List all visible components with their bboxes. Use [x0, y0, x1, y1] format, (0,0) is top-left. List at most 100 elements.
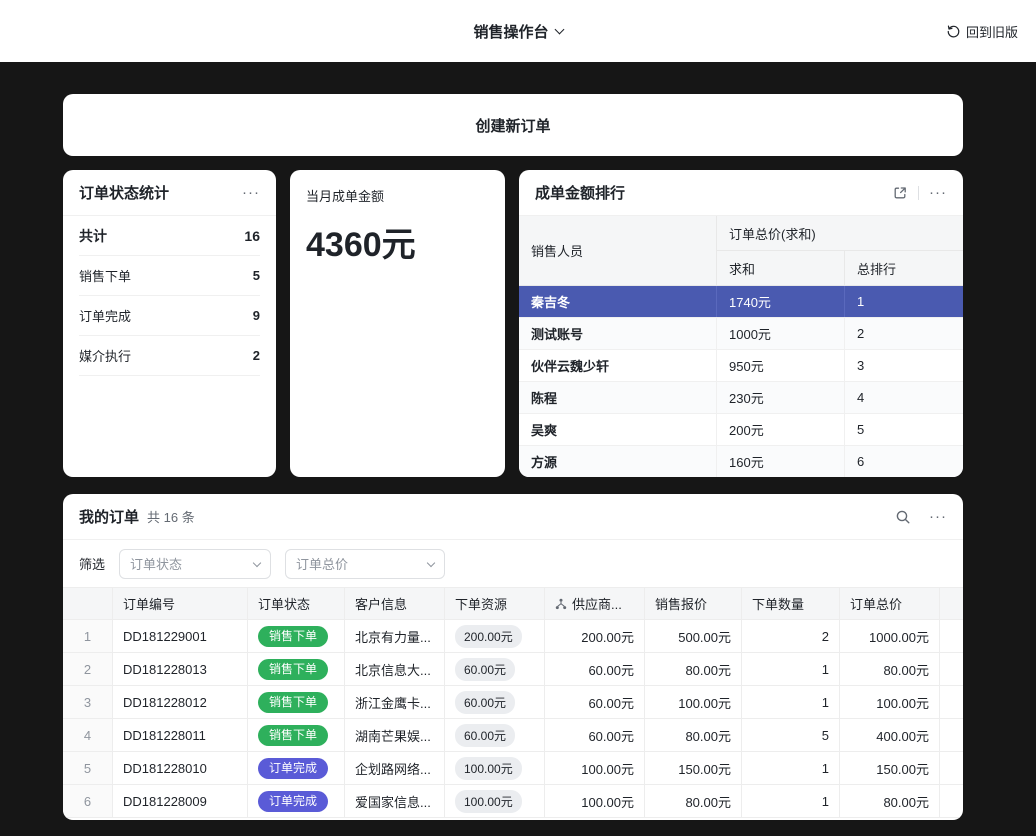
order-total: 80.00元	[840, 785, 940, 818]
customer-info: 浙江金鹰卡...	[345, 686, 445, 719]
status-row: 销售下单 5	[79, 256, 260, 296]
table-row[interactable]: 3 DD181228012 销售下单 浙江金鹰卡... 60.00元 60.00…	[63, 686, 963, 719]
amount-card-title: 当月成单金额	[306, 186, 489, 205]
create-order-label: 创建新订单	[475, 115, 550, 136]
sales-quote: 80.00元	[645, 785, 742, 818]
column-header-qty: 下单数量	[742, 588, 840, 620]
order-total: 150.00元	[840, 752, 940, 785]
overflow-cell	[940, 620, 963, 653]
workspace-switcher[interactable]: 销售操作台	[473, 21, 562, 42]
status-value: 5	[253, 268, 260, 283]
resource-cell: 60.00元	[445, 719, 545, 752]
more-icon[interactable]: ···	[929, 509, 947, 524]
person-name: 方源	[519, 446, 717, 477]
resource-tag: 100.00元	[455, 790, 522, 813]
status-row: 媒介执行 2	[79, 336, 260, 376]
table-row[interactable]: 6 DD181228009 订单完成 爱国家信息... 100.00元 100.…	[63, 785, 963, 818]
order-id: DD181228011	[113, 719, 248, 752]
sum-value: 1740元	[717, 286, 845, 317]
ranking-table: 销售人员 订单总价(求和) 求和 总排行 秦吉冬 1740元 1 测试账	[519, 216, 963, 477]
row-index: 1	[63, 620, 113, 653]
dashboard-content: 创建新订单 订单状态统计 ··· 共计 16 销售下单 5	[0, 62, 1036, 820]
resource-tag: 60.00元	[455, 691, 515, 714]
order-status-cell: 订单完成	[248, 785, 345, 818]
monthly-amount-card: 当月成单金额 4360元	[290, 170, 505, 477]
chevron-down-icon	[427, 558, 435, 566]
restore-icon	[946, 24, 961, 39]
filter-bar: 筛选 订单状态 订单总价	[63, 540, 963, 587]
resource-tag: 60.00元	[455, 658, 515, 681]
search-icon[interactable]	[895, 509, 911, 525]
order-total: 80.00元	[840, 653, 940, 686]
status-row: 共计 16	[79, 216, 260, 256]
amount-value: 4360元	[306, 217, 489, 266]
person-name: 测试账号	[519, 318, 717, 349]
column-header-customer: 客户信息	[345, 588, 445, 620]
column-header-total-group: 订单总价(求和)	[717, 216, 963, 251]
order-qty: 2	[742, 620, 840, 653]
sales-quote: 80.00元	[645, 653, 742, 686]
supplier-price: 60.00元	[545, 686, 645, 719]
back-link-label: 回到旧版	[966, 22, 1018, 41]
my-orders-card: 我的订单 共 16 条 ··· 筛选 订单状态 订单总价	[63, 494, 963, 820]
amount-ranking-card: 成单金额排行 ··· 销售人员 订单总价(求和) 求和 总	[519, 170, 963, 477]
table-row[interactable]: 1 DD181229001 销售下单 北京有力量... 200.00元 200.…	[63, 620, 963, 653]
resource-tag: 100.00元	[455, 757, 522, 780]
ranking-row: 方源 160元 6	[519, 446, 963, 477]
order-qty: 1	[742, 686, 840, 719]
orders-table-header: 订单编号 订单状态 客户信息 下单资源 供应商... 销售报价 下单数量 订单总…	[63, 588, 963, 620]
column-header-overflow	[940, 588, 963, 620]
orders-card-title: 我的订单	[79, 506, 139, 527]
column-header-person: 销售人员	[519, 216, 717, 285]
status-label: 销售下单	[79, 266, 131, 285]
status-label: 共计	[79, 226, 107, 246]
ranking-card-title: 成单金额排行	[535, 182, 625, 203]
resource-cell: 200.00元	[445, 620, 545, 653]
status-card-header: 订单状态统计 ···	[63, 170, 276, 216]
resource-cell: 100.00元	[445, 752, 545, 785]
ranking-row: 测试账号 1000元 2	[519, 318, 963, 350]
supplier-price: 60.00元	[545, 653, 645, 686]
customer-info: 湖南芒果娱...	[345, 719, 445, 752]
table-row[interactable]: 4 DD181228011 销售下单 湖南芒果娱... 60.00元 60.00…	[63, 719, 963, 752]
ranking-row: 陈程 230元 4	[519, 382, 963, 414]
more-icon[interactable]: ···	[929, 185, 947, 200]
overflow-cell	[940, 653, 963, 686]
supplier-price: 100.00元	[545, 752, 645, 785]
create-order-button[interactable]: 创建新订单	[63, 94, 963, 156]
more-icon[interactable]: ···	[242, 185, 260, 200]
order-qty: 1	[742, 653, 840, 686]
rank-value: 6	[845, 446, 963, 477]
table-row[interactable]: 5 DD181228010 订单完成 企划路网络... 100.00元 100.…	[63, 752, 963, 785]
status-badge: 订单完成	[258, 758, 328, 779]
supplier-price: 100.00元	[545, 785, 645, 818]
status-rows: 共计 16 销售下单 5 订单完成 9 媒介执行 2	[63, 216, 276, 376]
rank-value: 3	[845, 350, 963, 381]
person-name: 吴爽	[519, 414, 717, 445]
order-status-stats-card: 订单状态统计 ··· 共计 16 销售下单 5 订单完成 9	[63, 170, 276, 477]
order-qty: 1	[742, 785, 840, 818]
select-placeholder: 订单总价	[296, 554, 348, 573]
status-row: 订单完成 9	[79, 296, 260, 336]
rank-value: 5	[845, 414, 963, 445]
filter-order-status-select[interactable]: 订单状态	[119, 549, 271, 579]
resource-tag: 60.00元	[455, 724, 515, 747]
table-row[interactable]: 2 DD181228013 销售下单 北京信息大... 60.00元 60.00…	[63, 653, 963, 686]
column-header-quote: 销售报价	[645, 588, 742, 620]
back-to-old-version-link[interactable]: 回到旧版	[946, 22, 1018, 41]
order-status-cell: 销售下单	[248, 653, 345, 686]
order-qty: 1	[742, 752, 840, 785]
column-header-status: 订单状态	[248, 588, 345, 620]
page-title: 销售操作台	[473, 21, 548, 42]
order-qty: 5	[742, 719, 840, 752]
supplier-price: 200.00元	[545, 620, 645, 653]
status-badge: 销售下单	[258, 659, 328, 680]
stats-cards-row: 订单状态统计 ··· 共计 16 销售下单 5 订单完成 9	[63, 170, 963, 477]
export-icon[interactable]	[892, 185, 908, 201]
filter-order-total-select[interactable]: 订单总价	[285, 549, 445, 579]
customer-info: 企划路网络...	[345, 752, 445, 785]
sum-value: 950元	[717, 350, 845, 381]
sales-quote: 150.00元	[645, 752, 742, 785]
ranking-table-header: 销售人员 订单总价(求和) 求和 总排行	[519, 216, 963, 286]
rank-value: 2	[845, 318, 963, 349]
